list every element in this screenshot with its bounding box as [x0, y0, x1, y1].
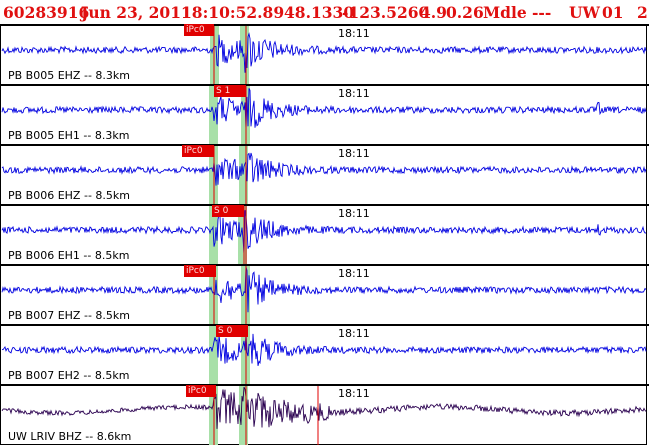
time-tick-label: 18:11 — [338, 87, 370, 100]
station-label: PB B006 EH1 -- 8.5km — [8, 249, 130, 262]
event-lon: -123.5260 — [342, 3, 430, 22]
time-tick-label: 18:11 — [338, 267, 370, 280]
trace-panel[interactable]: iPc0 18:11 PB B007 EHZ -- 8.5km — [0, 264, 649, 324]
trace-panel[interactable]: iPc0 18:11 PB B006 EHZ -- 8.5km — [0, 144, 649, 204]
event-mag: 0.26 — [446, 3, 484, 22]
phase-pick-marker[interactable]: iPc0 — [184, 265, 216, 277]
trace-panel[interactable]: S 0 18:11 PB B006 EH1 -- 8.5km — [0, 204, 649, 264]
time-tick-label: 18:11 — [338, 387, 370, 400]
waveform-trace — [1, 386, 647, 429]
trace-panel[interactable]: S 0 18:11 PB B007 EH2 -- 8.5km — [0, 324, 649, 384]
event-header: 60283916 Jun 23, 2011 18:10:52.89 48.133… — [0, 0, 649, 26]
time-tick-label: 18:11 — [338, 27, 370, 40]
event-id: 60283916 — [3, 3, 90, 22]
phase-pick-marker[interactable]: S 0 — [216, 325, 248, 337]
waveform-trace — [1, 88, 647, 130]
trace-panel[interactable]: iPc0 18:11 PB B005 EHZ -- 8.3km — [0, 24, 649, 84]
event-type: le — [511, 3, 527, 22]
phase-pick-marker[interactable]: S 1 — [214, 85, 246, 97]
trace-panel[interactable]: iPc0 18:11 UW LRIV BHZ -- 8.6km — [0, 384, 649, 445]
phase-pick-marker[interactable]: iPc0 — [182, 145, 214, 157]
station-label: PB B005 EH1 -- 8.3km — [8, 129, 130, 142]
station-label: PB B007 EHZ -- 8.5km — [8, 309, 130, 322]
waveform-trace — [1, 332, 647, 366]
station-label: UW LRIV BHZ -- 8.6km — [8, 430, 132, 443]
event-network: UW — [569, 3, 600, 22]
phase-pick-marker[interactable]: iPc0 — [186, 385, 216, 397]
event-mag-type: Md — [483, 3, 511, 22]
event-dashes: --- — [532, 3, 552, 22]
phase-pick-marker[interactable]: S 0 — [212, 205, 244, 217]
event-time: 18:10:52.89 — [181, 3, 285, 22]
waveform-trace — [1, 152, 647, 186]
station-label: PB B007 EH2 -- 8.5km — [8, 369, 130, 382]
waveform-trace — [1, 210, 647, 255]
event-depth: 4.9 — [420, 3, 447, 22]
waveform-trace — [1, 32, 647, 73]
trace-panel[interactable]: S 1 18:11 PB B005 EH1 -- 8.3km — [0, 84, 649, 144]
station-label: PB B005 EHZ -- 8.3km — [8, 69, 130, 82]
time-tick-label: 18:11 — [338, 327, 370, 340]
time-tick-label: 18:11 — [338, 147, 370, 160]
event-extra: 2 — [637, 3, 648, 22]
event-date: Jun 23, 2011 — [81, 3, 192, 22]
station-label: PB B006 EHZ -- 8.5km — [8, 189, 130, 202]
waveform-trace — [1, 266, 647, 313]
event-version: 01 — [602, 3, 624, 22]
time-tick-label: 18:11 — [338, 207, 370, 220]
phase-pick-marker[interactable]: iPc0 — [184, 24, 214, 36]
